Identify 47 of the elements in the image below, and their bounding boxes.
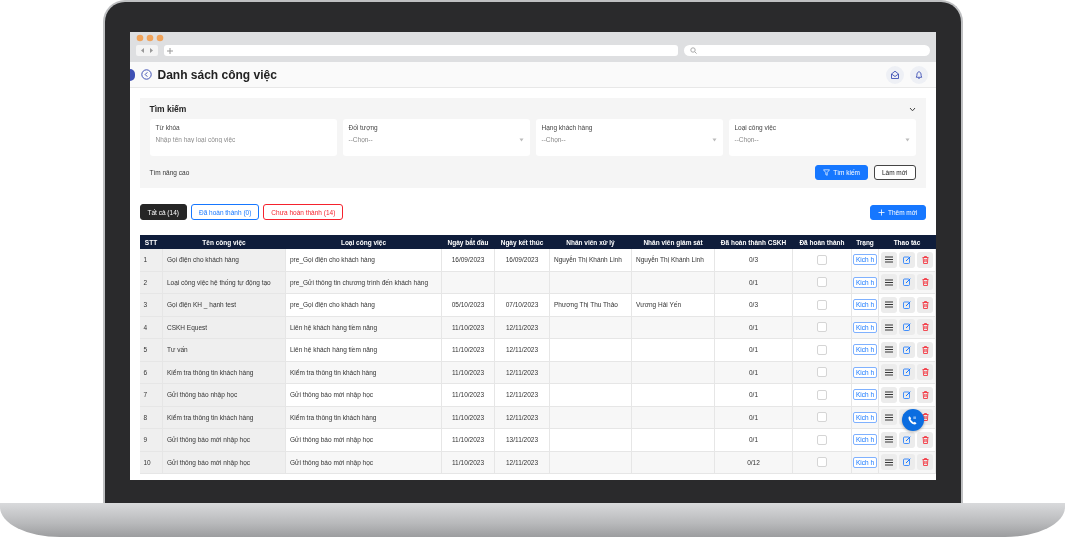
browser-search-field[interactable] [683, 45, 930, 56]
delete-icon[interactable] [917, 431, 933, 448]
delete-icon[interactable] [917, 296, 933, 313]
checkbox[interactable] [817, 322, 827, 333]
window-controls-icon [135, 34, 166, 42]
delete-icon[interactable] [917, 341, 933, 358]
list-icon[interactable] [881, 251, 897, 268]
list-icon[interactable] [881, 386, 897, 403]
caret-icon [518, 137, 524, 142]
list-icon[interactable] [881, 454, 897, 471]
checkbox[interactable] [817, 457, 827, 468]
delete-icon[interactable] [917, 454, 933, 471]
checkbox[interactable] [817, 389, 827, 400]
list-icon[interactable] [881, 274, 897, 291]
delete-icon[interactable] [917, 386, 933, 403]
checkbox[interactable] [817, 412, 827, 423]
delete-icon[interactable] [917, 274, 933, 291]
list-icon[interactable] [881, 409, 897, 426]
page-title: Danh sách công việc [157, 67, 278, 82]
caret-icon [711, 137, 717, 142]
inbox-icon[interactable] [885, 65, 904, 84]
delete-icon[interactable] [917, 319, 933, 336]
plus-icon [877, 208, 885, 216]
checkbox[interactable] [817, 254, 827, 265]
list-icon[interactable] [881, 319, 897, 336]
panel-title: Tìm kiếm [149, 104, 187, 114]
list-icon[interactable] [881, 364, 897, 381]
filter-icon [823, 169, 831, 176]
caret-icon [904, 137, 910, 142]
nav-arrows-icon[interactable] [135, 45, 158, 56]
back-icon[interactable] [140, 69, 152, 80]
list-icon[interactable] [881, 431, 897, 448]
chevron-down-icon[interactable] [908, 106, 916, 112]
phone-icon [907, 414, 918, 426]
checkbox[interactable] [817, 434, 827, 445]
delete-icon[interactable] [917, 364, 933, 381]
search-icon [689, 47, 697, 54]
checkbox[interactable] [817, 277, 827, 288]
plus-icon[interactable] [166, 47, 173, 54]
checkbox[interactable] [817, 367, 827, 378]
delete-icon[interactable] [917, 251, 933, 268]
list-icon[interactable] [881, 296, 897, 313]
list-icon[interactable] [881, 341, 897, 358]
checkbox[interactable] [817, 299, 827, 310]
checkbox[interactable] [817, 344, 827, 355]
bell-icon[interactable] [909, 65, 928, 84]
sidebar-toggle-icon[interactable] [129, 68, 135, 81]
